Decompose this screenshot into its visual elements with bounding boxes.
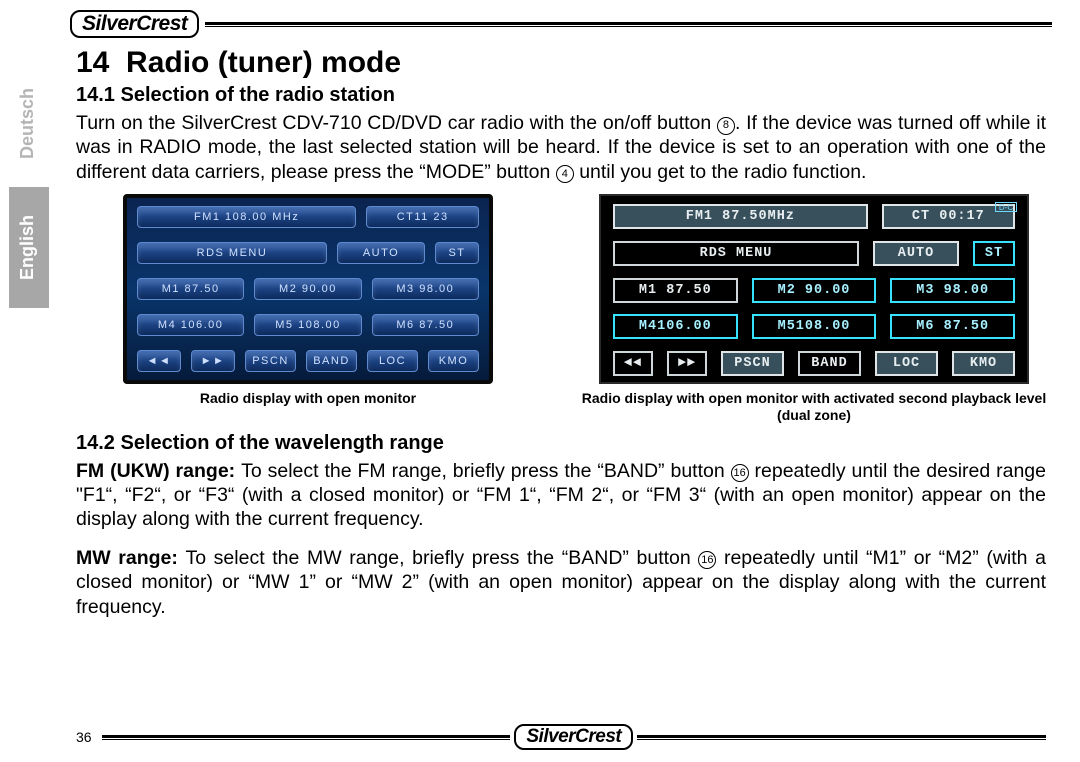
page-number: 36 — [76, 729, 92, 745]
r1-band: BAND — [306, 350, 357, 372]
r1-m6: M6 87.50 — [372, 314, 479, 336]
lang-tab-deutsch[interactable]: Deutsch — [9, 60, 49, 187]
ref-button-16b-icon: 16 — [698, 551, 716, 569]
r2-auto: AUTO — [873, 241, 959, 266]
r1-loc: LOC — [367, 350, 418, 372]
r1-ct: CT11 23 — [366, 206, 479, 228]
section-heading: 14 Radio (tuner) mode — [76, 46, 1052, 80]
ref-button-4-icon: 4 — [556, 165, 574, 183]
paragraph-14-1: Turn on the SilverCrest CDV-710 CD/DVD c… — [76, 111, 1046, 184]
r2-m3: M3 98.00 — [890, 278, 1015, 303]
language-sidebar: Deutsch English — [0, 0, 58, 762]
r2-m6: M6 87.50 — [890, 314, 1015, 339]
r1-freq: FM1 108.00 MHz — [137, 206, 356, 228]
r2-kmo: KMO — [952, 351, 1015, 376]
r2-m4: M4106.00 — [613, 314, 738, 339]
figures-row: FM1 108.00 MHz CT11 23 RDS MENU AUTO ST … — [70, 194, 1052, 424]
ref-button-16-icon: 16 — [731, 464, 749, 482]
r1-m4: M4 106.00 — [137, 314, 244, 336]
r1-rds: RDS MENU — [137, 242, 327, 264]
ref-button-8-icon: 8 — [717, 117, 735, 135]
r2-band: BAND — [798, 351, 861, 376]
r2-st: ST — [973, 241, 1015, 266]
header-rule: SilverCrest — [70, 10, 1052, 38]
r1-prev-icon: ◄◄ — [137, 350, 181, 372]
r2-m5: M5108.00 — [752, 314, 877, 339]
caption-1: Radio display with open monitor — [70, 390, 546, 407]
r1-m1: M1 87.50 — [137, 278, 244, 300]
r1-st: ST — [435, 242, 479, 264]
page-content: SilverCrest 14 Radio (tuner) mode 14.1 S… — [70, 10, 1052, 750]
r2-pscn: PSCN — [721, 351, 784, 376]
r2-m1: M1 87.50 — [613, 278, 738, 303]
r1-next-icon: ►► — [191, 350, 235, 372]
subsection-14-2: 14.2 Selection of the wavelength range — [76, 432, 1052, 455]
caption-2: Radio display with open monitor with act… — [576, 390, 1052, 424]
page-footer: 36 SilverCrest — [76, 724, 1046, 750]
lang-tab-english[interactable]: English — [9, 187, 49, 308]
paragraph-fm-range: FM (UKW) range: To select the FM range, … — [76, 459, 1046, 532]
r2-next-icon: ►► — [667, 351, 707, 376]
r1-m2: M2 90.00 — [254, 278, 361, 300]
r2-m2: M2 90.00 — [752, 278, 877, 303]
r1-m3: M3 98.00 — [372, 278, 479, 300]
r1-pscn: PSCN — [245, 350, 296, 372]
subsection-14-1: 14.1 Selection of the radio station — [76, 84, 1052, 107]
r2-freq: FM1 87.50MHz — [613, 204, 868, 229]
r1-auto: AUTO — [337, 242, 425, 264]
brand-logo: SilverCrest — [70, 10, 199, 38]
r2-rds: RDS MENU — [613, 241, 859, 266]
r2-prev-icon: ◄◄ — [613, 351, 653, 376]
paragraph-mw-range: MW range: To select the MW range, briefl… — [76, 546, 1046, 619]
radio-display-1: FM1 108.00 MHz CT11 23 RDS MENU AUTO ST … — [123, 194, 493, 384]
footer-brand-logo: SilverCrest — [514, 724, 633, 750]
dual-zone-indicator-icon: D-C — [995, 202, 1017, 212]
r1-kmo: KMO — [428, 350, 479, 372]
radio-display-2: D-C FM1 87.50MHz CT 00:17 RDS MENU AUTO … — [599, 194, 1029, 384]
r1-m5: M5 108.00 — [254, 314, 361, 336]
r2-loc: LOC — [875, 351, 938, 376]
